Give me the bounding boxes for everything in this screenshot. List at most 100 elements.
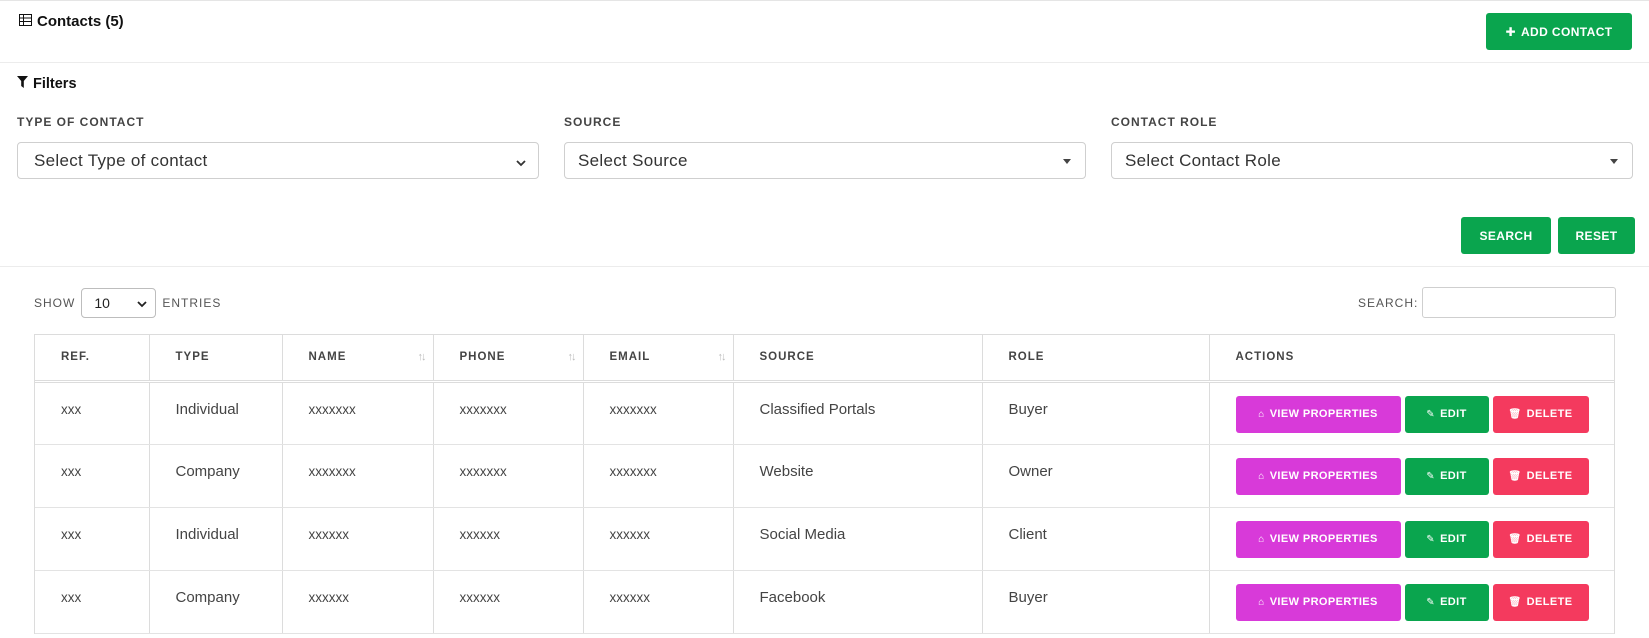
column-header-label: ACTIONS	[1235, 351, 1295, 364]
cell-actions: ⌂ VIEW PROPERTIES ✎ EDIT 🗑 DELETE	[1209, 444, 1614, 508]
cell-type: Individual	[149, 507, 283, 571]
column-header-ref[interactable]: REF.	[35, 335, 150, 383]
delete-label: DELETE	[1526, 533, 1573, 545]
cell-source: Classified Portals	[733, 381, 983, 445]
cell-phone: xxxxxxx	[433, 444, 584, 508]
view-properties-button[interactable]: ⌂ VIEW PROPERTIES	[1235, 395, 1401, 433]
delete-button[interactable]: 🗑 DELETE	[1492, 395, 1589, 433]
cell-ref: xxx	[35, 570, 150, 634]
view-properties-label: VIEW PROPERTIES	[1269, 470, 1378, 482]
cell-ref: xxx	[35, 381, 150, 445]
table-row: xxx Individual xxxxxx xxxxxx xxxxxx Soci…	[35, 507, 1614, 571]
sort-icon: ↑↓	[717, 351, 727, 363]
cell-source: Website	[733, 444, 983, 508]
add-contact-button[interactable]: ✚ ADD CONTACT	[1486, 13, 1632, 50]
cell-email: xxxxxxx	[583, 444, 734, 508]
edit-icon: ✎	[1426, 470, 1436, 482]
trash-icon: 🗑	[1508, 470, 1522, 482]
cell-actions: ⌂ VIEW PROPERTIES ✎ EDIT 🗑 DELETE	[1209, 507, 1614, 571]
cell-role: Owner	[982, 444, 1210, 508]
view-properties-label: VIEW PROPERTIES	[1269, 596, 1378, 608]
column-header-name[interactable]: NAME ↑↓	[282, 335, 434, 383]
view-properties-label: VIEW PROPERTIES	[1269, 533, 1378, 545]
cell-ref: xxx	[35, 444, 150, 508]
type-of-contact-select[interactable]: Select Type of contact	[17, 142, 539, 179]
sort-icon: ↑↓	[417, 351, 427, 363]
page-title-text: Contacts (5)	[37, 13, 124, 30]
page-title: Contacts (5)	[19, 13, 124, 30]
cell-name: xxxxxxx	[282, 444, 434, 508]
cell-source: Facebook	[733, 570, 983, 634]
search-button[interactable]: SEARCH	[1461, 217, 1551, 254]
delete-button[interactable]: 🗑 DELETE	[1492, 583, 1589, 621]
edit-button[interactable]: ✎ EDIT	[1404, 457, 1489, 495]
column-header-label: REF.	[61, 351, 90, 364]
delete-label: DELETE	[1526, 596, 1573, 608]
entries-select[interactable]: 10	[81, 288, 157, 318]
cell-email: xxxxxx	[583, 507, 734, 571]
filters-heading: Filters	[17, 76, 77, 92]
caret-down-icon	[1063, 159, 1071, 164]
view-properties-button[interactable]: ⌂ VIEW PROPERTIES	[1235, 520, 1401, 558]
edit-button[interactable]: ✎ EDIT	[1404, 395, 1489, 433]
table-icon	[19, 13, 32, 30]
cell-source: Social Media	[733, 507, 983, 571]
reset-button[interactable]: RESET	[1558, 217, 1635, 254]
cell-type: Company	[149, 570, 283, 634]
cell-phone: xxxxxx	[433, 507, 584, 571]
column-header-label: ROLE	[1008, 351, 1045, 364]
column-header-phone[interactable]: PHONE ↑↓	[433, 335, 584, 383]
view-properties-button[interactable]: ⌂ VIEW PROPERTIES	[1235, 457, 1401, 495]
contact-role-label: CONTACT ROLE	[1111, 115, 1218, 129]
delete-button[interactable]: 🗑 DELETE	[1492, 457, 1589, 495]
cell-phone: xxxxxxx	[433, 381, 584, 445]
entries-value: 10	[94, 295, 110, 311]
edit-button[interactable]: ✎ EDIT	[1404, 520, 1489, 558]
cell-type: Individual	[149, 381, 283, 445]
show-label: SHOW	[34, 296, 76, 310]
contacts-table: REF. TYPE NAME ↑↓ PHONE ↑↓ EMAIL ↑↓ SOURCE …	[34, 334, 1615, 634]
cell-role: Client	[982, 507, 1210, 571]
edit-icon: ✎	[1426, 533, 1436, 545]
table-header-row: REF. TYPE NAME ↑↓ PHONE ↑↓ EMAIL ↑↓ SOURCE …	[35, 335, 1614, 383]
table-row: xxx Company xxxxxx xxxxxx xxxxxx Faceboo…	[35, 570, 1614, 634]
cell-name: xxxxxx	[282, 507, 434, 571]
edit-icon: ✎	[1426, 596, 1436, 608]
cell-role: Buyer	[982, 570, 1210, 634]
edit-button[interactable]: ✎ EDIT	[1404, 583, 1489, 621]
cell-email: xxxxxxx	[583, 381, 734, 445]
column-header-role[interactable]: ROLE	[982, 335, 1210, 383]
table-search-label: SEARCH:	[1358, 296, 1419, 310]
cell-actions: ⌂ VIEW PROPERTIES ✎ EDIT 🗑 DELETE	[1209, 381, 1614, 445]
column-header-type[interactable]: TYPE	[149, 335, 283, 383]
column-header-label: PHONE	[459, 351, 506, 364]
view-properties-button[interactable]: ⌂ VIEW PROPERTIES	[1235, 583, 1401, 621]
add-contact-label: ADD CONTACT	[1520, 24, 1613, 39]
plus-icon: ✚	[1505, 24, 1516, 39]
cell-phone: xxxxxx	[433, 570, 584, 634]
cell-name: xxxxxxx	[282, 381, 434, 445]
edit-label: EDIT	[1440, 470, 1467, 482]
table-search-input[interactable]	[1422, 287, 1616, 318]
cell-email: xxxxxx	[583, 570, 734, 634]
filters-panel: Filters TYPE OF CONTACT Select Type of c…	[0, 64, 1649, 267]
cell-actions: ⌂ VIEW PROPERTIES ✎ EDIT 🗑 DELETE	[1209, 570, 1614, 634]
delete-label: DELETE	[1526, 408, 1573, 420]
contact-role-select[interactable]: Select Contact Role	[1111, 142, 1633, 179]
filter-icon	[17, 76, 28, 92]
entries-label: ENTRIES	[162, 296, 222, 310]
table-row: xxx Individual xxxxxxx xxxxxxx xxxxxxx C…	[35, 381, 1614, 445]
type-of-contact-value: Select Type of contact	[34, 150, 208, 170]
edit-label: EDIT	[1440, 408, 1467, 420]
source-select[interactable]: Select Source	[564, 142, 1086, 179]
trash-icon: 🗑	[1508, 596, 1522, 608]
column-header-email[interactable]: EMAIL ↑↓	[583, 335, 734, 383]
card-header: Contacts (5) ✚ ADD CONTACT	[0, 1, 1649, 63]
column-header-source[interactable]: SOURCE	[733, 335, 983, 383]
trash-icon: 🗑	[1508, 408, 1522, 420]
cell-ref: xxx	[35, 507, 150, 571]
delete-button[interactable]: 🗑 DELETE	[1492, 520, 1589, 558]
cell-name: xxxxxx	[282, 570, 434, 634]
column-header-label: TYPE	[175, 351, 210, 364]
chevron-down-icon	[516, 152, 526, 171]
